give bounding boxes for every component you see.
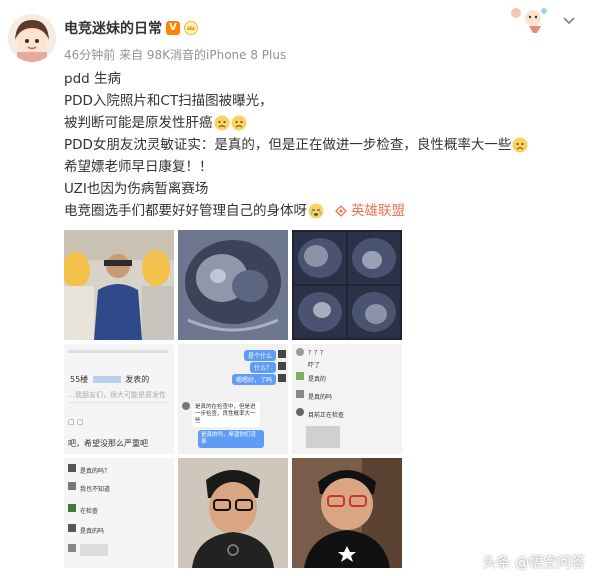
chat-text: …我朋友们，很大可能是原发性: [68, 391, 166, 399]
avatar[interactable]: [8, 14, 56, 62]
post-content: pdd 生病 PDD入院照片和CT扫描图被曝光， 被判断可能是原发性肝癌 PDD…: [64, 68, 574, 222]
chat-text: 是真的: [308, 376, 327, 383]
card-decoration-icon: [511, 8, 547, 33]
sad-face-emoji-icon: [512, 137, 528, 153]
avatar-illustration: [8, 14, 56, 62]
player-portrait-2: [292, 458, 402, 568]
chat-text: 目前正在检查: [308, 412, 345, 419]
chat-bubble: 是真的在检查中，但是进一步检查，良性概率大一些: [192, 402, 260, 427]
ct-scan-image: [178, 230, 288, 340]
image-ct-scan[interactable]: [178, 230, 288, 340]
chat-bubble: 是真的吗，希望你们没事: [198, 430, 264, 448]
chat-text: 在检查: [80, 508, 99, 515]
chat-text: ？？？: [308, 350, 327, 357]
chat-text: 是真的吗？: [80, 468, 111, 475]
post-line: pdd 生病: [64, 71, 121, 87]
image-chat-screenshot-2[interactable]: 是个什么 什么？ 嗯嗯好，了吗 是真的在检查中，但是进一步检查，良性概率大一些 …: [178, 344, 288, 454]
chat-text: 55楼: [70, 375, 89, 384]
post-line: PDD入院照片和CT扫描图被曝光，: [64, 93, 273, 109]
chevron-down-icon[interactable]: [561, 12, 577, 28]
topic-link[interactable]: 英雄联盟: [334, 200, 405, 222]
image-player-portrait-2[interactable]: [292, 458, 402, 568]
image-chat-screenshot-4[interactable]: 是真的吗？ 我也不知道 在检查 是真的吗: [64, 458, 174, 568]
image-ct-scan-series[interactable]: [292, 230, 402, 340]
image-chat-screenshot-1[interactable]: 55楼 发表的 …我朋友们，很大可能是原发性 ▢ ▢ 吧，希望没那么严重吧: [64, 344, 174, 454]
wukong-logo-icon: [462, 554, 479, 570]
post-line: UZI也因为伤病暂离赛场: [64, 181, 209, 197]
chat-bubble: 嗯嗯好，了吗: [231, 374, 276, 385]
post-meta: 46分钟前 来自 98K消音的iPhone 8 Plus: [64, 48, 287, 62]
image-chat-screenshot-3[interactable]: ？？？ 吓了 是真的 是真的吗 目前正在检查: [292, 344, 402, 454]
ct-scan-series-image: [292, 230, 402, 340]
chat-bubble: 是个什么: [243, 350, 276, 361]
teary-face-emoji-icon: [308, 203, 324, 219]
chat-bubble: 什么？: [249, 362, 276, 373]
post-line: 电竞圈选手们都要好好管理自己的身体呀 英雄联盟: [64, 200, 574, 222]
player-portrait-1: [178, 458, 288, 568]
image-player-portrait-1[interactable]: [178, 458, 288, 568]
chat-text: 我也不知道: [80, 486, 111, 493]
sad-face-emoji-icon: [214, 115, 229, 131]
image-hospital-photo[interactable]: [64, 230, 174, 340]
chat-text: 吓了: [308, 362, 321, 369]
post-line: 希望嫖老师早日康复！！: [64, 159, 213, 175]
sad-face-emoji-icon: [231, 115, 246, 131]
chat-text: 是真的吗: [308, 394, 333, 401]
chat-text: 吧，希望没那么严重吧: [68, 439, 148, 448]
member-crown-icon: [184, 21, 198, 35]
chat-text: 是真的吗: [80, 528, 105, 535]
topic-icon: [335, 205, 347, 217]
username[interactable]: 电竞迷妹的日常: [64, 18, 162, 38]
post-author: 电竞迷妹的日常 V: [64, 18, 198, 38]
watermark: 头条 @悟空问答: [462, 552, 585, 572]
chat-text: 发表的: [125, 375, 150, 384]
post-line: 被判断可能是原发性肝癌: [64, 112, 574, 134]
post-line: PDD女朋友沈灵敏证实：是真的，但是正在做进一步检查，良性概率大一些: [64, 134, 574, 156]
hospital-photo: [64, 230, 174, 340]
verified-badge: V: [166, 21, 180, 35]
